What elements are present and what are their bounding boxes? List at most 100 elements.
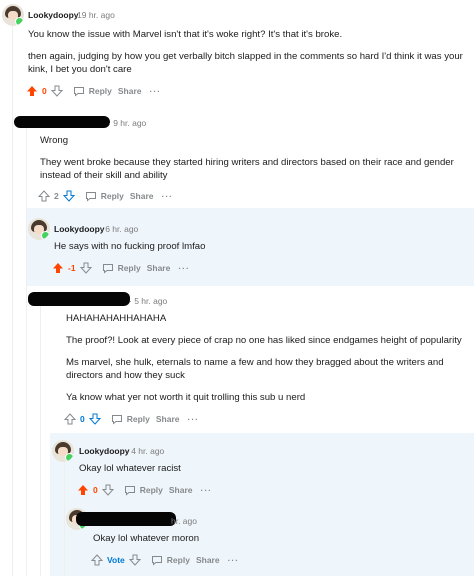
snoo-avatar-icon[interactable] bbox=[52, 440, 74, 462]
share-button[interactable]: Share bbox=[169, 485, 193, 495]
reply-label: Reply bbox=[126, 414, 150, 424]
share-label: Share bbox=[129, 191, 154, 201]
comment-username[interactable]: Lookydoopy bbox=[54, 224, 105, 234]
redacted-username bbox=[76, 512, 176, 526]
speech-bubble-icon bbox=[85, 191, 96, 202]
comment-paragraph: Ya know what yer not worth it quit troll… bbox=[66, 392, 306, 403]
reply-button[interactable]: Reply bbox=[85, 191, 124, 202]
arrow-up-icon[interactable] bbox=[52, 262, 64, 274]
comment-body: HAHAHAHAHHAHAHA The proof?! Look at ever… bbox=[66, 312, 471, 404]
share-button[interactable]: Share bbox=[196, 555, 220, 565]
speech-bubble-icon bbox=[111, 414, 122, 425]
arrow-down-icon[interactable] bbox=[88, 413, 101, 425]
speech-bubble-icon bbox=[151, 555, 162, 566]
arrow-down-icon[interactable] bbox=[50, 85, 63, 97]
comment-timestamp[interactable]: · 9 hr. ago bbox=[108, 118, 146, 128]
comment-body: Okay lol whatever moron bbox=[93, 532, 468, 545]
comment-username[interactable]: Lookydoopy bbox=[79, 446, 130, 456]
comment-actions: -1 Reply Share ··· bbox=[52, 261, 474, 275]
comment-body: Wrong They went broke because they start… bbox=[40, 134, 470, 182]
comment-timestamp[interactable]: 19 hr. ago bbox=[77, 10, 115, 20]
comment-timestamp[interactable]: hr. ago bbox=[171, 516, 197, 526]
comment-username[interactable]: Lookydoopy bbox=[28, 10, 79, 20]
share-button[interactable]: Share bbox=[118, 86, 142, 96]
comment-body: Okay lol whatever racist bbox=[79, 462, 469, 475]
share-button[interactable]: Share bbox=[130, 191, 154, 201]
reply-button[interactable]: Reply bbox=[124, 485, 163, 496]
comment-actions: 0 Reply Share ··· bbox=[77, 483, 474, 497]
comment-paragraph: Wrong bbox=[40, 135, 69, 146]
more-options-button[interactable]: ··· bbox=[201, 485, 213, 495]
arrow-up-icon[interactable] bbox=[77, 484, 89, 496]
online-status-dot bbox=[15, 17, 24, 26]
comment-paragraph: Okay lol whatever racist bbox=[79, 463, 181, 474]
comment: hr. ago Okay lol whatever moron Vote Rep… bbox=[66, 508, 474, 567]
comment-timestamp[interactable]: · 5 hr. ago bbox=[129, 296, 167, 306]
more-options-button[interactable]: ··· bbox=[178, 263, 190, 273]
reply-label: Reply bbox=[139, 485, 163, 495]
comment-paragraph: You know the issue with Marvel isn't tha… bbox=[28, 29, 343, 40]
redacted-username bbox=[14, 116, 110, 128]
online-status-dot bbox=[65, 453, 74, 462]
arrow-down-icon[interactable] bbox=[79, 262, 92, 274]
comment-paragraph: The proof?! Look at every piece of crap … bbox=[66, 335, 462, 346]
vote-count: Vote bbox=[107, 555, 125, 565]
reply-label: Reply bbox=[100, 191, 124, 201]
comment-actions: 2 Reply Share ··· bbox=[38, 189, 474, 203]
snoo-avatar-icon[interactable] bbox=[28, 218, 50, 240]
comment: Lookydoopy · 6 hr. ago He says with no f… bbox=[28, 218, 474, 275]
more-options-button[interactable]: ··· bbox=[150, 86, 162, 96]
reply-label: Reply bbox=[117, 263, 141, 273]
more-options-button[interactable]: ··· bbox=[188, 414, 200, 424]
vote-count: -1 bbox=[68, 263, 76, 273]
reply-button[interactable]: Reply bbox=[73, 86, 112, 97]
speech-bubble-icon bbox=[124, 485, 135, 496]
comment-actions: 0 Reply Share ··· bbox=[64, 412, 474, 426]
more-options-button[interactable]: ··· bbox=[162, 191, 174, 201]
arrow-up-icon[interactable] bbox=[64, 413, 76, 425]
share-label: Share bbox=[146, 263, 171, 273]
arrow-down-icon[interactable] bbox=[101, 484, 114, 496]
arrow-up-icon[interactable] bbox=[38, 190, 50, 202]
vote-count: 0 bbox=[80, 414, 85, 424]
comment-actions: Vote Reply Share ··· bbox=[91, 553, 474, 567]
comment-paragraph: then again, judging by how you get verba… bbox=[28, 51, 463, 75]
comment: · 5 hr. ago HAHAHAHAHHAHAHA The proof?! … bbox=[28, 290, 474, 426]
share-button[interactable]: Share bbox=[147, 263, 171, 273]
online-status-dot bbox=[41, 231, 50, 240]
comment-paragraph: He says with no fucking proof lmfao bbox=[54, 241, 206, 252]
snoo-avatar-icon[interactable] bbox=[2, 4, 24, 26]
arrow-down-icon[interactable] bbox=[62, 190, 75, 202]
comment: Lookydoopy 19 hr. ago You know the issue… bbox=[0, 4, 474, 98]
comment-paragraph: They went broke because they started hir… bbox=[40, 157, 454, 181]
comment-body: He says with no fucking proof lmfao bbox=[54, 240, 464, 253]
speech-bubble-icon bbox=[73, 86, 84, 97]
comment-timestamp[interactable]: · 4 hr. ago bbox=[126, 446, 164, 456]
arrow-up-icon[interactable] bbox=[26, 85, 38, 97]
reply-label: Reply bbox=[88, 86, 112, 96]
redacted-username bbox=[28, 292, 130, 306]
comment-timestamp[interactable]: · 6 hr. ago bbox=[100, 224, 138, 234]
arrow-up-icon[interactable] bbox=[91, 554, 103, 566]
vote-count: 2 bbox=[54, 191, 59, 201]
share-label: Share bbox=[155, 414, 180, 424]
comment-actions: 0 Reply Share ··· bbox=[26, 84, 474, 98]
vote-count: 0 bbox=[93, 485, 98, 495]
comment: · 9 hr. ago Wrong They went broke becaus… bbox=[14, 112, 474, 203]
thread-line[interactable] bbox=[12, 26, 13, 576]
share-label: Share bbox=[168, 485, 193, 495]
reply-button[interactable]: Reply bbox=[102, 263, 141, 274]
reply-button[interactable]: Reply bbox=[111, 414, 150, 425]
comment-thread: Lookydoopy 19 hr. ago You know the issue… bbox=[0, 0, 474, 576]
comment-paragraph: Okay lol whatever moron bbox=[93, 533, 200, 544]
vote-count: 0 bbox=[42, 86, 47, 96]
more-options-button[interactable]: ··· bbox=[228, 555, 240, 565]
share-label: Share bbox=[117, 86, 142, 96]
share-label: Share bbox=[195, 555, 220, 565]
reply-button[interactable]: Reply bbox=[151, 555, 190, 566]
share-button[interactable]: Share bbox=[156, 414, 180, 424]
comment: Lookydoopy · 4 hr. ago Okay lol whatever… bbox=[52, 440, 474, 497]
comment-body: You know the issue with Marvel isn't tha… bbox=[28, 28, 468, 76]
comment-paragraph: Ms marvel, she hulk, eternals to name a … bbox=[66, 357, 444, 381]
arrow-down-icon[interactable] bbox=[128, 554, 141, 566]
